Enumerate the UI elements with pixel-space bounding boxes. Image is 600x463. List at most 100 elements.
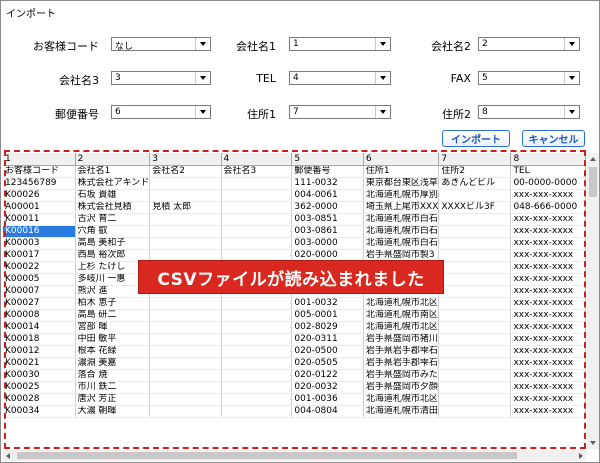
table-cell[interactable]: K00022 [3, 261, 76, 274]
address2-select[interactable]: 8 [478, 105, 580, 119]
table-cell[interactable]: 北海道札幌市北区 [363, 297, 440, 310]
table-cell[interactable] [221, 333, 293, 346]
table-cell[interactable]: 岩手県盛岡市みた [363, 369, 440, 382]
table-cell[interactable]: 北海道札幌市北区 [363, 393, 440, 406]
table-cell[interactable] [221, 321, 293, 334]
table-cell[interactable] [149, 345, 222, 358]
table-row[interactable]: K00021 濃淵 美嘉 020-0505 岩手県岩手郡雫石 xxx-xxx-xxxx [3, 357, 586, 370]
data-grid[interactable]: 1 2 3 4 5 6 7 8 お客様コード 会社名1 会社名2 会社名3 郵便番号 住所1 住所2 TEL 1… [3, 153, 586, 449]
table-cell[interactable]: xxx-xxx-xxxx [510, 357, 586, 370]
table-cell[interactable]: K00025 [3, 381, 76, 394]
table-cell[interactable]: xxx-xxx-xxxx [510, 285, 586, 298]
table-cell[interactable]: 001-0036 [291, 393, 364, 406]
tel-select[interactable]: 4 [289, 71, 391, 85]
fax-select[interactable]: 5 [478, 71, 580, 85]
table-cell[interactable]: 020-0311 [291, 333, 364, 346]
cancel-button[interactable]: キャンセル [522, 130, 585, 147]
import-button[interactable]: インポート [442, 130, 510, 147]
table-cell[interactable]: 020-0505 [291, 357, 364, 370]
table-cell[interactable]: xxx-xxx-xxxx [510, 405, 586, 418]
table-row[interactable]: K00008 高島 研二 005-0001 北海道札幌市南区 xxx-xxx-xxxx [3, 309, 586, 322]
table-cell[interactable]: xxx-xxx-xxxx [510, 321, 586, 334]
table-cell[interactable]: 唐沢 芳正 [75, 393, 151, 406]
table-cell[interactable]: xxx-xxx-xxxx [510, 261, 586, 274]
table-cell[interactable]: K00005 [3, 273, 76, 286]
table-row[interactable]: A00001 株式会社見積 見積 太郎 362-0000 埼玉県上尾市XXX XXXXビル… [3, 201, 586, 214]
table-cell[interactable]: 北海道札幌市南区 [363, 309, 440, 322]
table-row[interactable]: K00030 落合 焼 020-0122 岩手県盛岡市みた xxx-xxx-xxxx [3, 369, 586, 382]
table-cell[interactable] [438, 249, 512, 262]
table-cell[interactable]: K00018 [3, 333, 76, 346]
table-cell[interactable] [438, 261, 512, 274]
table-cell[interactable] [149, 369, 222, 382]
table-cell[interactable]: 001-0032 [291, 297, 364, 310]
table-cell[interactable]: 003-0851 [291, 213, 364, 226]
column-header[interactable]: 6 [363, 153, 440, 166]
table-cell[interactable] [221, 405, 293, 418]
table-row[interactable]: お客様コード 会社名1 会社名2 会社名3 郵便番号 住所1 住所2 TEL [3, 165, 586, 178]
table-cell[interactable]: K00026 [3, 189, 76, 202]
table-cell[interactable] [149, 297, 222, 310]
table-cell[interactable] [221, 357, 293, 370]
table-cell[interactable] [438, 273, 512, 286]
table-cell[interactable] [438, 381, 512, 394]
table-cell[interactable] [438, 297, 512, 310]
table-row[interactable]: K00025 市川 鉄二 020-0032 岩手県盛岡市夕顔 xxx-xxx-xxxx [3, 381, 586, 394]
table-cell[interactable]: 住所1 [363, 165, 440, 178]
table-cell[interactable]: 004-0061 [291, 189, 364, 202]
table-cell[interactable] [149, 405, 222, 418]
table-cell[interactable]: K00011 [3, 213, 76, 226]
table-cell[interactable]: 岩手県岩手郡雫石 [363, 345, 440, 358]
table-cell[interactable]: 高島 美和子 [75, 237, 151, 250]
column-header[interactable]: 2 [75, 153, 151, 166]
table-cell[interactable]: K00016 [3, 225, 76, 238]
table-cell[interactable] [149, 357, 222, 370]
table-cell[interactable]: K00030 [3, 369, 76, 382]
table-cell[interactable]: 株式会社見積 [75, 201, 151, 214]
table-cell[interactable]: 埼玉県上尾市XXX [363, 201, 440, 214]
table-cell[interactable]: 会社名3 [221, 165, 293, 178]
table-row[interactable]: K00026 石坂 貴雄 004-0061 北海道札幌市厚別 xxx-xxx-xxxx [3, 189, 586, 202]
table-cell[interactable]: 見積 太郎 [149, 201, 222, 214]
table-cell[interactable]: 004-0804 [291, 405, 364, 418]
table-row[interactable]: K00034 大濃 朝暉 004-0804 北海道札幌市清田 xxx-xxx-xxxx [3, 405, 586, 418]
table-row[interactable]: K00016 穴角 叡 003-0861 北海道札幌市白石 xxx-xxx-xxxx [3, 225, 586, 238]
table-row[interactable]: K00014 宮部 暉 002-8029 北海道札幌市北区 xxx-xxx-xxxx [3, 321, 586, 334]
table-cell[interactable] [438, 213, 512, 226]
table-cell[interactable] [438, 225, 512, 238]
table-cell[interactable]: 北海道札幌市北区 [363, 321, 440, 334]
table-cell[interactable]: A00001 [3, 201, 76, 214]
address1-select[interactable]: 7 [289, 105, 391, 119]
table-cell[interactable]: xxx-xxx-xxxx [510, 309, 586, 322]
table-cell[interactable]: 住所2 [438, 165, 512, 178]
table-cell[interactable] [221, 297, 293, 310]
company1-select[interactable]: 1 [289, 37, 391, 51]
table-cell[interactable]: 古沢 育二 [75, 213, 151, 226]
table-cell[interactable]: xxx-xxx-xxxx [510, 381, 586, 394]
table-cell[interactable]: TEL [510, 165, 586, 178]
table-row[interactable]: K00028 唐沢 芳正 001-0036 北海道札幌市北区 xxx-xxx-xxxx [3, 393, 586, 406]
table-cell[interactable]: K00007 [3, 285, 76, 298]
table-cell[interactable]: xxx-xxx-xxxx [510, 237, 586, 250]
table-cell[interactable] [149, 177, 222, 190]
table-cell[interactable]: 会社名2 [149, 165, 222, 178]
scroll-thumb-horizontal[interactable] [17, 452, 517, 459]
table-cell[interactable]: xxx-xxx-xxxx [510, 225, 586, 238]
table-cell[interactable] [438, 309, 512, 322]
table-row[interactable]: K00027 柏木 恵子 001-0032 北海道札幌市北区 xxx-xxx-xxxx [3, 297, 586, 310]
table-row[interactable]: K00012 根本 花緑 020-0500 岩手県岩手郡雫石 xxx-xxx-xxxx [3, 345, 586, 358]
table-cell[interactable] [438, 285, 512, 298]
table-row[interactable]: K00003 高島 美和子 003-0000 北海道札幌市白石 xxx-xxx-xxxx [3, 237, 586, 250]
table-cell[interactable]: 岩手県盛岡市猪川 [363, 333, 440, 346]
table-row[interactable]: K00011 古沢 育二 003-0851 北海道札幌市白石 xxx-xxx-xxxx [3, 213, 586, 226]
table-cell[interactable] [149, 189, 222, 202]
table-cell[interactable]: 北海道札幌市白石 [363, 213, 440, 226]
scroll-right-icon[interactable] [579, 453, 583, 459]
table-cell[interactable]: xxx-xxx-xxxx [510, 345, 586, 358]
table-cell[interactable] [438, 393, 512, 406]
table-cell[interactable]: 003-0861 [291, 225, 364, 238]
column-header[interactable]: 3 [149, 153, 222, 166]
table-cell[interactable]: xxx-xxx-xxxx [510, 297, 586, 310]
table-cell[interactable]: 宮部 暉 [75, 321, 151, 334]
table-cell[interactable]: 郵便番号 [291, 165, 364, 178]
